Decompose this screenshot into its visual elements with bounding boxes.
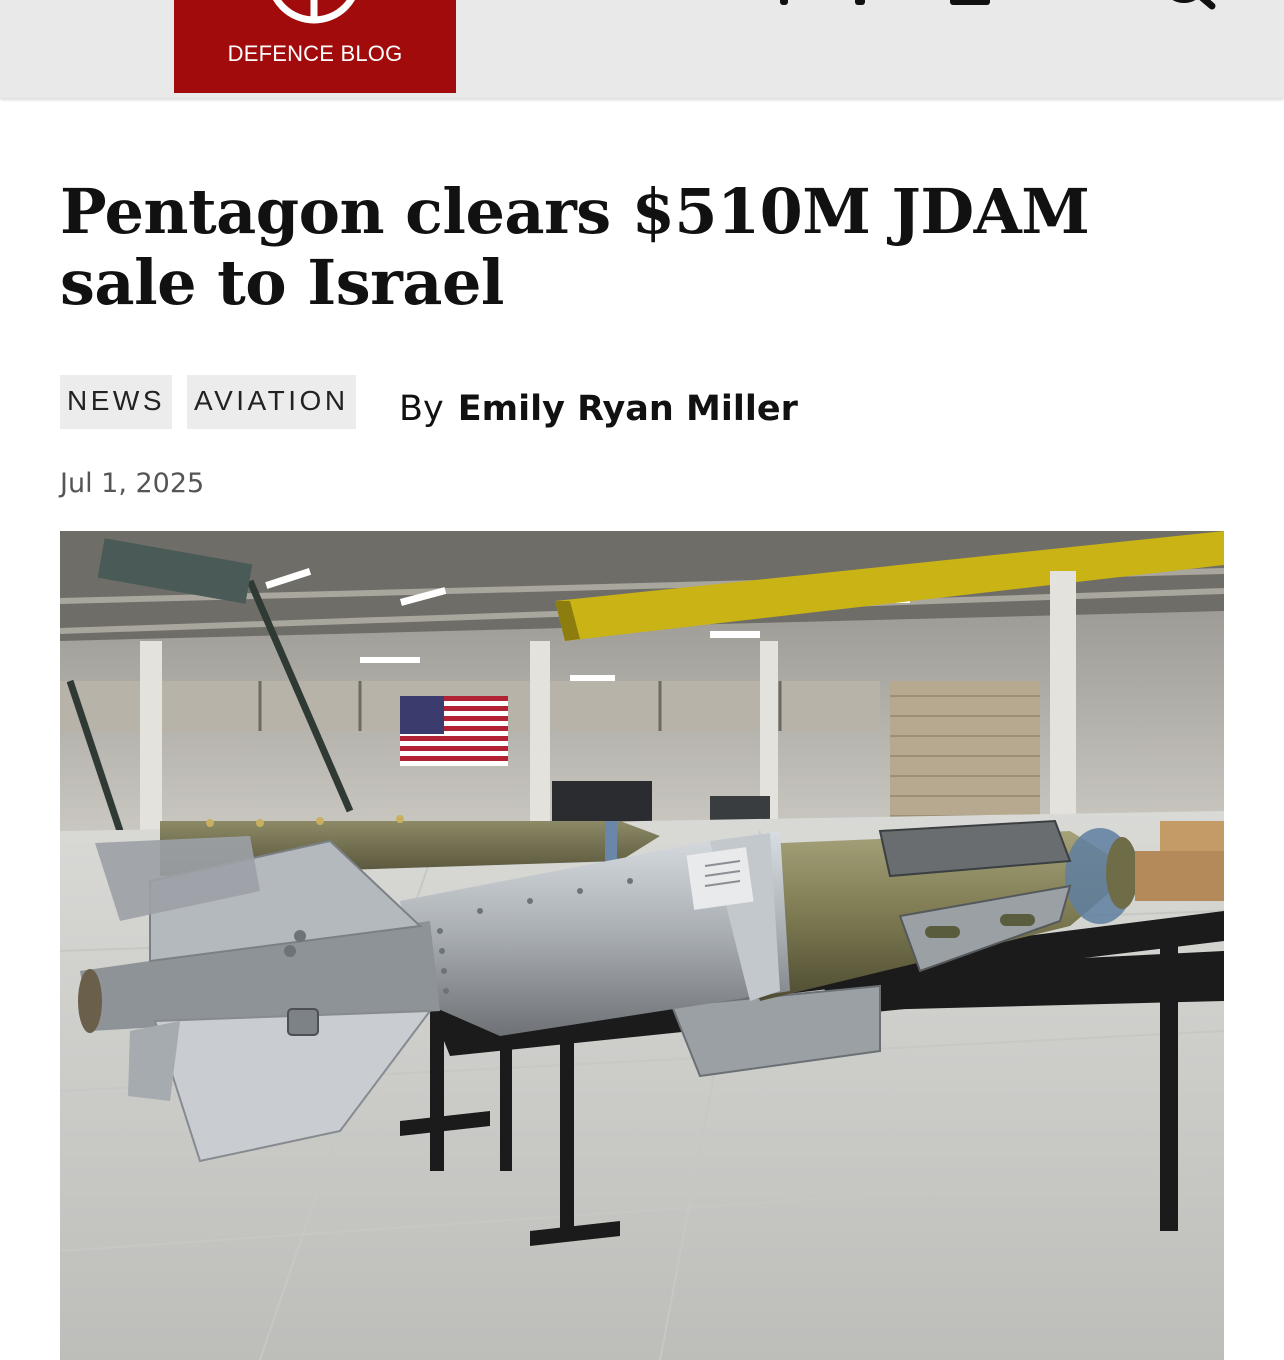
- site-logo[interactable]: DEFENCE BLOG: [174, 0, 456, 93]
- article-title: Pentagon clears $510M JDAM sale to Israe…: [60, 175, 1090, 319]
- article-tags: NEWS AVIATION: [60, 375, 356, 429]
- nav-icons-partial: [760, 0, 1000, 10]
- logo-text: DEFENCE BLOG: [227, 41, 403, 66]
- article-byline: By Emily Ryan Miller: [399, 382, 798, 436]
- tag-aviation[interactable]: AVIATION: [187, 375, 356, 429]
- article-hero-image: [60, 531, 1224, 1360]
- article-date: Jul 1, 2025: [60, 468, 205, 499]
- byline-prefix: By: [399, 389, 444, 429]
- hamburger-menu-icon[interactable]: [32, 0, 98, 6]
- author-link[interactable]: Emily Ryan Miller: [458, 389, 798, 429]
- defence-blog-emblem-icon: [273, 0, 355, 24]
- tag-news[interactable]: NEWS: [60, 375, 172, 429]
- hangar-jdam-photo: [60, 531, 1224, 1360]
- search-icon[interactable]: [1158, 0, 1218, 16]
- site-header: DEFENCE BLOG: [0, 0, 1284, 98]
